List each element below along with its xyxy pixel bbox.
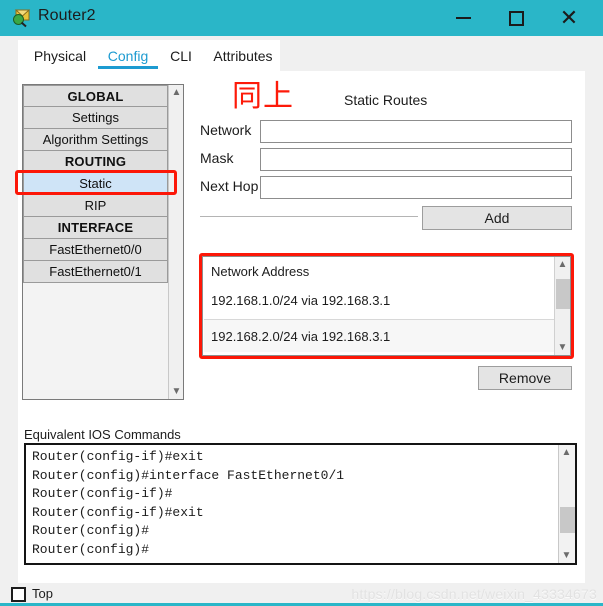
ios-commands-text: Router(config-if)#exit Router(config)#in… [32,449,345,557]
close-icon: ✕ [559,5,579,30]
active-tab-underline [98,66,158,69]
minimize-button[interactable] [440,0,486,36]
static-routes-title: Static Routes [344,92,428,108]
network-address-list[interactable]: Network Address 192.168.1.0/24 via 192.1… [202,256,571,356]
mask-input[interactable] [260,148,572,171]
sidebar-label: RIP [84,198,107,213]
sidebar-label: Settings [72,110,119,125]
scrollbar-thumb[interactable] [556,279,570,309]
network-address-header: Network Address [211,264,310,279]
sidebar-label: GLOBAL [67,88,124,104]
form-divider [200,216,418,217]
next-hop-row: Next Hop [200,176,572,199]
chevron-down-icon[interactable]: ▼ [555,340,570,355]
network-label: Network [200,122,252,138]
add-button[interactable]: Add [422,206,572,230]
tab-physical-label: Physical [33,47,87,64]
sidebar-label: Algorithm Settings [42,132,149,147]
chevron-up-icon[interactable]: ▲ [559,445,574,460]
sidebar-item-static[interactable]: Static [23,173,168,195]
tab-attributes[interactable]: Attributes [206,40,280,71]
tab-cli[interactable]: CLI [160,40,202,71]
tab-physical[interactable]: Physical [24,40,96,71]
ios-scrollbar[interactable]: ▲ ▼ [558,445,575,563]
sidebar-list: GLOBAL Settings Algorithm Settings ROUTI… [23,85,168,283]
sidebar-item-rip[interactable]: RIP [23,195,168,217]
chevron-down-icon[interactable]: ▼ [559,548,574,563]
sidebar-label: Static [79,176,112,191]
scrollbar-thumb[interactable] [560,507,575,533]
sidebar-scrollbar[interactable]: ▲ ▼ [168,85,183,399]
tab-config[interactable]: Config [98,40,158,71]
sidebar-item-algorithm-settings[interactable]: Algorithm Settings [23,129,168,151]
tab-bar: Physical Config CLI Attributes [18,40,280,71]
sidebar-item-settings[interactable]: Settings [23,107,168,129]
tab-config-label: Config [107,47,149,64]
top-checkbox[interactable] [11,587,26,602]
next-hop-input[interactable] [260,176,572,199]
chevron-down-icon[interactable]: ▼ [169,384,184,399]
sidebar-header-interface: INTERFACE [23,217,168,239]
mask-label: Mask [200,150,234,166]
window-title: Router2 [38,7,96,24]
mask-row: Mask [200,148,572,171]
sidebar-label: FastEthernet0/1 [49,264,142,279]
sidebar-label: INTERFACE [57,220,134,235]
sidebar-item-fastethernet0-0[interactable]: FastEthernet0/0 [23,239,168,261]
watermark: https://blog.csdn.net/weixin_43334673 [351,586,597,602]
packet-tracer-router-icon [12,8,32,28]
sidebar-label: ROUTING [64,154,127,169]
chevron-up-icon[interactable]: ▲ [555,257,570,272]
top-checkbox-label: Top [32,586,53,601]
list-scrollbar[interactable]: ▲ ▼ [554,257,570,355]
close-button[interactable]: ✕ [546,0,592,36]
ios-commands-label: Equivalent IOS Commands [24,427,181,442]
sidebar-item-fastethernet0-1[interactable]: FastEthernet0/1 [23,261,168,283]
next-hop-label: Next Hop [200,178,259,194]
chevron-up-icon[interactable]: ▲ [169,85,184,100]
list-item[interactable]: 192.168.1.0/24 via 192.168.3.1 [204,284,555,317]
maximize-button[interactable] [493,0,539,36]
sidebar-header-routing: ROUTING [23,151,168,173]
maximize-icon [508,10,524,26]
network-row: Network [200,120,572,143]
remove-button[interactable]: Remove [478,366,572,390]
router-config-window: Router2 ✕ Physical Config CLI Attributes [0,0,603,606]
title-bar: Router2 ✕ [0,0,603,36]
minimize-icon [455,17,471,19]
tab-cli-label: CLI [170,47,192,64]
list-item[interactable]: 192.168.2.0/24 via 192.168.3.1 [204,319,555,352]
tab-attributes-label: Attributes [213,47,273,64]
network-input[interactable] [260,120,572,143]
ios-commands-console[interactable]: Router(config-if)#exit Router(config)#in… [24,443,577,565]
sidebar-header-global: GLOBAL [23,85,168,107]
annotation-note-cjk: 同上 [232,79,294,114]
sidebar-label: FastEthernet0/0 [49,242,142,257]
